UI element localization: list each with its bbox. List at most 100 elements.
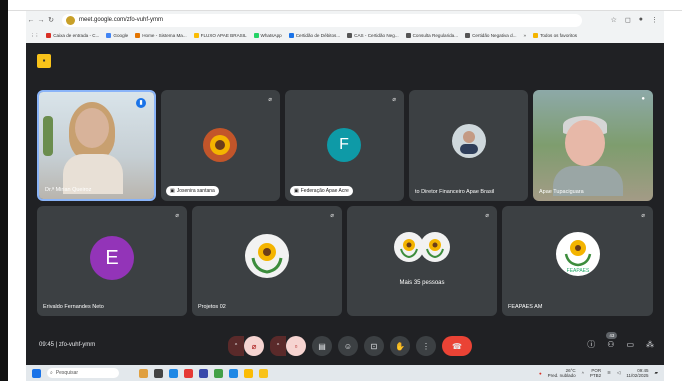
others-tile[interactable]: ⌀ Mais 35 pessoas bbox=[347, 206, 497, 316]
bookmark-icon bbox=[347, 33, 353, 38]
profile-icon[interactable]: ● bbox=[639, 16, 643, 24]
participant-tile[interactable]: ⌀ ▣ Josenira santana bbox=[161, 90, 280, 201]
presentation-icon: ▣ bbox=[170, 188, 175, 194]
meet-app-icon[interactable] bbox=[259, 368, 268, 378]
participant-tile[interactable]: ⌀ FEAPAES FEAPAES AM bbox=[502, 206, 653, 316]
meeting-code: zfo-vuhf-ymm bbox=[58, 342, 96, 348]
bookmark-item[interactable]: Certidão Negativa d... bbox=[465, 33, 517, 38]
bookmarks-overflow[interactable]: » bbox=[524, 33, 527, 38]
url-text: meet.google.com/zfo-vuhf-ymm bbox=[79, 17, 164, 23]
search-icon: ⌕ bbox=[50, 370, 53, 376]
host-controls-icon[interactable]: ▪ bbox=[37, 54, 51, 68]
bookmark-icon bbox=[288, 33, 294, 38]
captions-button[interactable]: ▤ bbox=[312, 336, 332, 356]
address-row: ← → ↻ meet.google.com/zfo-vuhf-ymm ☆ ◻ ●… bbox=[26, 11, 664, 29]
left-border bbox=[0, 0, 8, 381]
camera-off-button[interactable]: ▫ bbox=[286, 336, 306, 356]
mic-off-icon: ⌀ bbox=[175, 213, 179, 219]
bookmark-item[interactable]: CAS - Certidão Neg... bbox=[347, 33, 399, 38]
back-icon[interactable]: ← bbox=[26, 17, 36, 24]
bookmark-icon bbox=[193, 33, 199, 38]
control-buttons: ^ ⌀ ^ ▫ ▤ ☺ ⊡ ✋ ⋮ ☎ bbox=[228, 336, 472, 356]
leave-call-button[interactable]: ☎ bbox=[442, 336, 472, 356]
volume-icon[interactable]: ◁ bbox=[617, 370, 620, 376]
present-screen-button[interactable]: ⊡ bbox=[364, 336, 384, 356]
bookmarks-bar: ⋮⋮ Caixa de entrada - C... Google Home -… bbox=[26, 29, 664, 42]
participant-tile[interactable]: ⌀ E Erivaldo Fernandes Neto bbox=[37, 206, 187, 316]
chat-icon[interactable]: ▭ bbox=[626, 340, 634, 349]
participant-video bbox=[39, 92, 154, 199]
others-count-label: Mais 35 pessoas bbox=[399, 280, 445, 286]
weather-icon[interactable]: ● bbox=[539, 371, 542, 376]
apps-icon[interactable]: ⋮⋮ bbox=[30, 33, 39, 39]
mic-off-icon: ⌀ bbox=[641, 213, 645, 219]
bookmark-item[interactable]: Certidão de Débitos... bbox=[288, 33, 340, 38]
participant-tile[interactable]: ⌀ Projetos 02 bbox=[192, 206, 342, 316]
clock[interactable]: 09:45 11/02/2025 bbox=[626, 368, 648, 378]
whatsapp-icon bbox=[253, 33, 259, 38]
participant-avatar: F bbox=[327, 128, 361, 162]
bookmark-item[interactable]: WhatsApp bbox=[253, 33, 282, 38]
taskbar-app-icon[interactable] bbox=[214, 368, 223, 378]
bookmark-item[interactable]: Consulta Regularida... bbox=[405, 33, 458, 38]
bookmark-icon bbox=[405, 33, 411, 38]
more-options-icon[interactable]: ● bbox=[641, 96, 645, 102]
bookmark-star-icon[interactable]: ☆ bbox=[611, 16, 617, 24]
participant-avatar bbox=[452, 124, 486, 158]
notification-icon[interactable]: ▰ bbox=[655, 370, 658, 376]
taskbar-app-icon[interactable] bbox=[154, 368, 163, 378]
bookmark-item[interactable]: FLUXO APAE BRASIL bbox=[193, 33, 247, 38]
language-indicator[interactable]: POR PTB2 bbox=[590, 368, 601, 378]
menu-icon[interactable]: ⋮ bbox=[651, 16, 658, 24]
gmail-icon bbox=[46, 33, 52, 38]
taskbar-search[interactable]: ⌕ Pesquisar bbox=[47, 368, 119, 378]
meeting-details-icon[interactable]: ⓘ bbox=[587, 339, 595, 350]
participant-tile[interactable]: ▮ Dr.ª Mirian Queiroz bbox=[37, 90, 156, 201]
people-icon[interactable]: ⚇ 43 bbox=[606, 332, 618, 349]
participant-name: to Diretor Financeiro Apae Brasil bbox=[415, 189, 495, 195]
participant-tile[interactable]: ● Apae Tupaciguara bbox=[533, 90, 653, 201]
bookmark-item[interactable]: Caixa de entrada - C... bbox=[46, 33, 99, 38]
taskbar-app-icon[interactable] bbox=[169, 368, 178, 378]
taskbar-app-icon[interactable] bbox=[229, 368, 238, 378]
windows-start-icon[interactable] bbox=[32, 368, 41, 378]
plant-decoration bbox=[43, 116, 53, 156]
audio-options-chevron-icon[interactable]: ^ bbox=[228, 336, 244, 356]
mic-off-icon: ⌀ bbox=[268, 97, 272, 103]
participant-name: Erivaldo Fernandes Neto bbox=[43, 304, 104, 310]
forward-icon[interactable]: → bbox=[36, 17, 46, 24]
taskbar-app-icon[interactable] bbox=[199, 368, 208, 378]
participant-avatar bbox=[420, 232, 450, 262]
reactions-button[interactable]: ☺ bbox=[338, 336, 358, 356]
participant-video bbox=[533, 90, 653, 201]
sunflower-icon bbox=[210, 135, 230, 155]
reload-icon[interactable]: ↻ bbox=[46, 16, 56, 24]
bookmark-item[interactable]: Google bbox=[106, 33, 128, 38]
participant-tile[interactable]: to Diretor Financeiro Apae Brasil bbox=[409, 90, 528, 201]
system-tray: ● 26°C Pred. nublado ^ POR PTB2 ≋ ◁ 09:4… bbox=[539, 368, 664, 378]
weather-widget[interactable]: 26°C Pred. nublado bbox=[548, 368, 576, 378]
activities-icon[interactable]: ⁂ bbox=[646, 340, 654, 349]
raise-hand-button[interactable]: ✋ bbox=[390, 336, 410, 356]
participant-name: Apae Tupaciguara bbox=[539, 189, 584, 195]
mic-off-button[interactable]: ⌀ bbox=[244, 336, 264, 356]
bookmark-item[interactable]: Home - Sistema Ma... bbox=[135, 33, 187, 38]
google-icon bbox=[106, 33, 112, 38]
chrome-icon[interactable] bbox=[244, 368, 253, 378]
all-bookmarks[interactable]: Todos os favoritos bbox=[533, 33, 577, 38]
more-options-button[interactable]: ⋮ bbox=[416, 336, 436, 356]
site-info-icon[interactable] bbox=[66, 15, 75, 25]
participant-tile[interactable]: ⌀ F ▣ Federação Apae Acre bbox=[285, 90, 404, 201]
taskbar-app-icon[interactable] bbox=[184, 368, 193, 378]
presentation-icon: ▣ bbox=[294, 188, 299, 194]
bookmark-icon bbox=[465, 33, 471, 38]
tray-chevron-icon[interactable]: ^ bbox=[582, 371, 584, 376]
sunflower-icon bbox=[426, 239, 444, 259]
extensions-icon[interactable]: ◻ bbox=[625, 16, 631, 24]
video-options-chevron-icon[interactable]: ^ bbox=[270, 336, 286, 356]
face-shape bbox=[75, 108, 109, 148]
participant-chip: ▣ Federação Apae Acre bbox=[290, 186, 353, 196]
wifi-icon[interactable]: ≋ bbox=[607, 370, 611, 376]
taskbar-app-icon[interactable] bbox=[139, 368, 148, 378]
address-bar[interactable]: meet.google.com/zfo-vuhf-ymm bbox=[62, 13, 582, 27]
